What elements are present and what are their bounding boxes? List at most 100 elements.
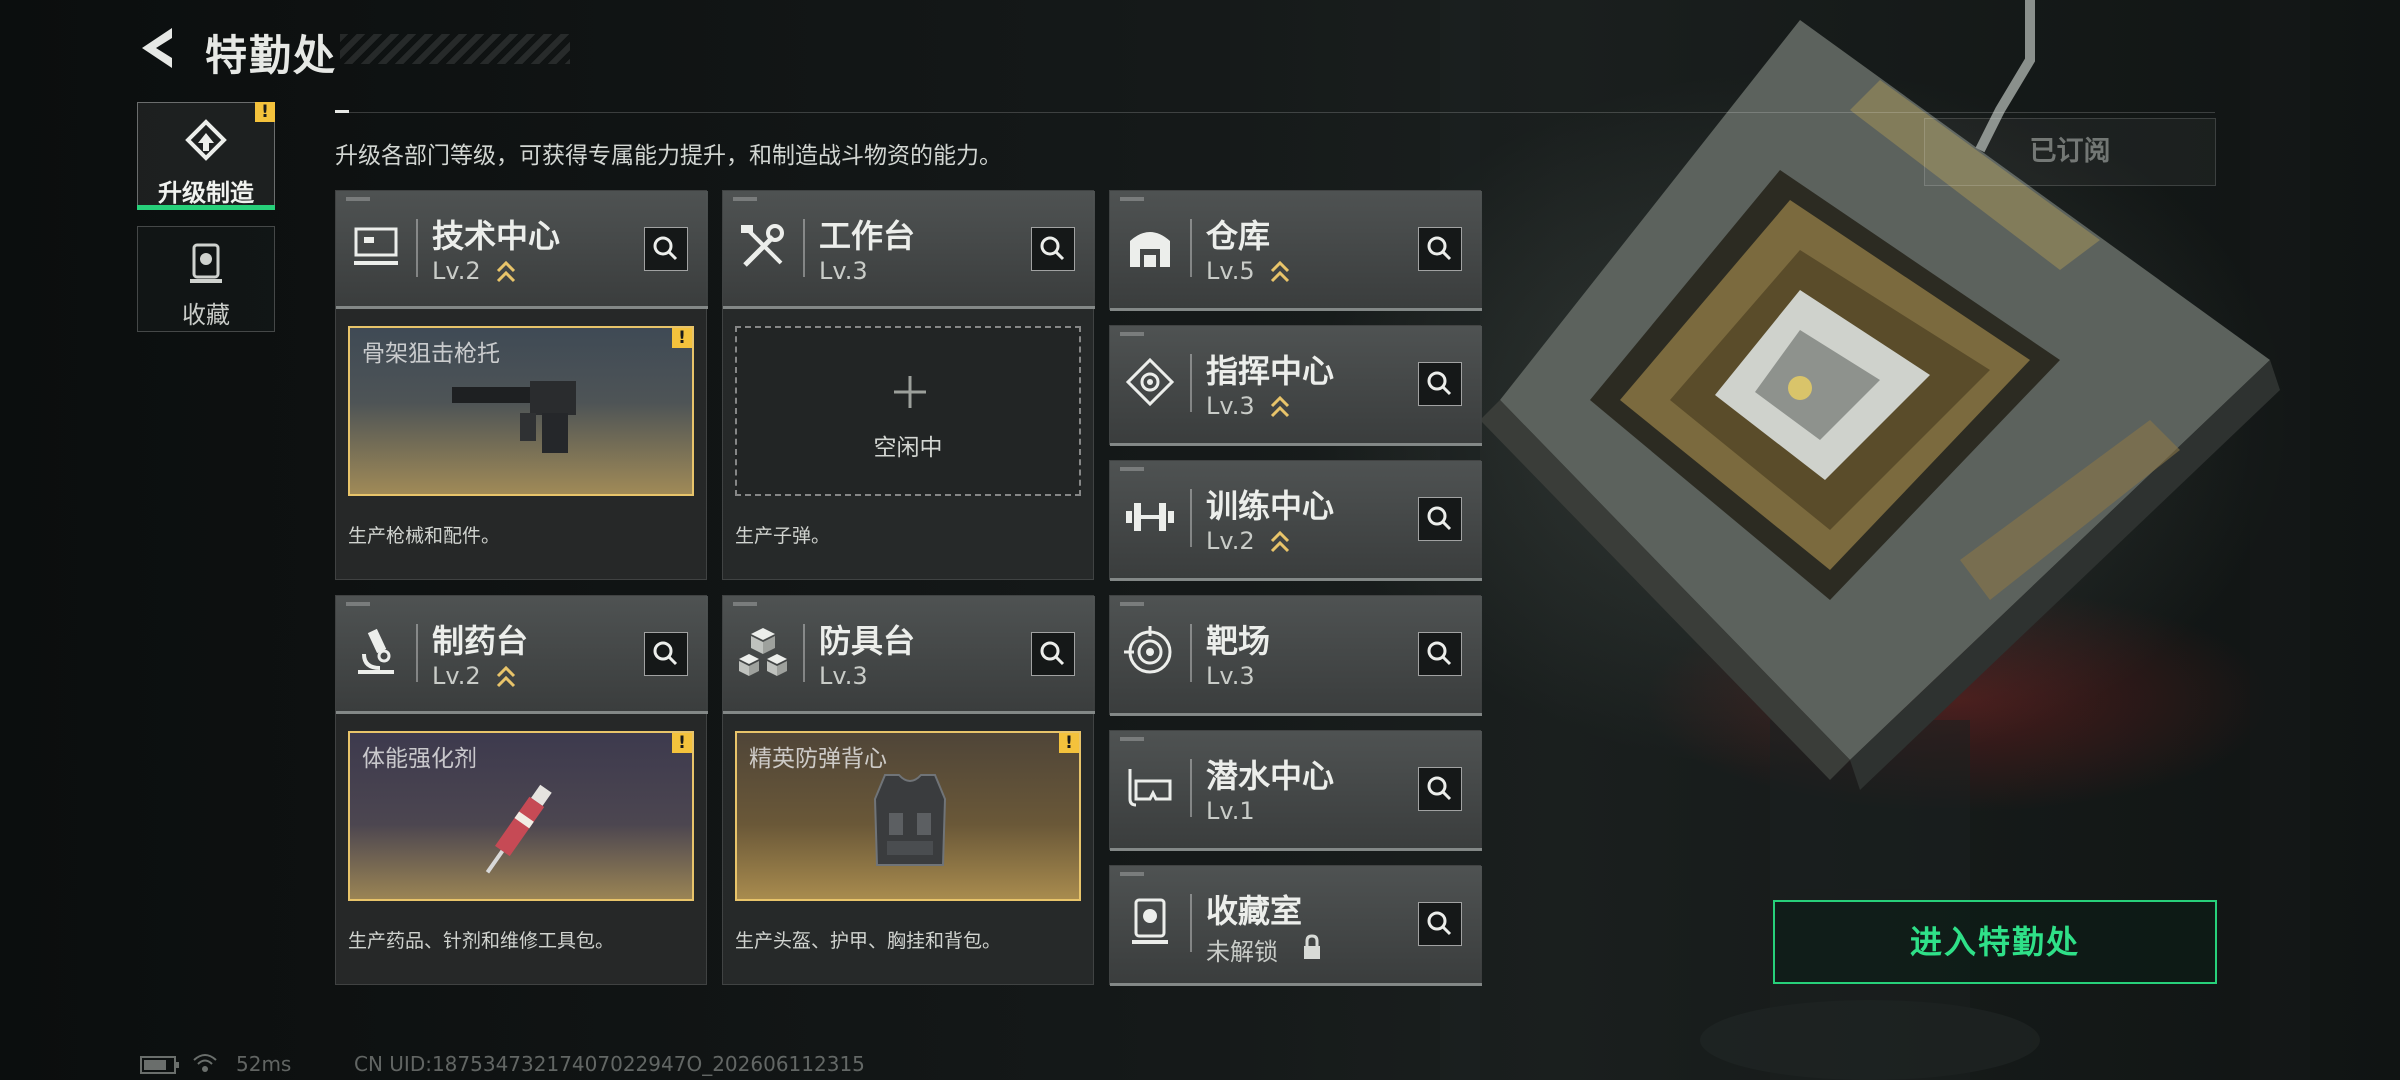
header-divider (416, 219, 418, 277)
search-icon[interactable] (1031, 227, 1075, 271)
facility-level: Lv.3 (1206, 662, 1255, 690)
corner-tag (733, 602, 757, 606)
upgrade-arrow-icon (496, 665, 516, 688)
search-icon[interactable] (1418, 632, 1462, 676)
command-icon (1125, 357, 1175, 407)
facility-card-diving-center: 潜水中心 Lv.1 (1109, 730, 1482, 851)
facility-card-command-center: 指挥中心 Lv.3 (1109, 325, 1482, 446)
facility-level: Lv.2 (1206, 527, 1255, 555)
header-divider (1190, 894, 1192, 952)
battery-icon (140, 1056, 179, 1074)
header-divider (803, 219, 805, 277)
wifi-icon (193, 1054, 217, 1072)
production-slot[interactable]: 体能强化剂 ! (348, 731, 694, 901)
target-icon (1124, 626, 1172, 674)
facility-note: 生产头盔、护甲、胸挂和背包。 (735, 930, 1002, 952)
corner-tag (733, 197, 757, 201)
facility-note: 生产枪械和配件。 (348, 525, 501, 547)
facility-note: 生产药品、针剂和维修工具包。 (348, 930, 615, 952)
search-icon[interactable] (1418, 767, 1462, 811)
facility-name: 靶场 (1206, 622, 1271, 660)
plus-icon (894, 376, 926, 408)
facility-header[interactable]: 潜水中心 Lv.1 (1110, 731, 1482, 851)
facility-header[interactable]: 工作台 Lv.3 (723, 191, 1095, 309)
idle-label: 空闲中 (873, 435, 943, 461)
header-divider (803, 624, 805, 682)
facility-header[interactable]: 制药台 Lv.2 (336, 596, 708, 714)
facility-level: Lv.1 (1206, 797, 1255, 825)
facility-card-shooting-range: 靶场 Lv.3 (1109, 595, 1482, 716)
corner-tag (1120, 872, 1144, 876)
corner-tag (1120, 197, 1144, 201)
facility-name: 制药台 (432, 622, 529, 660)
facility-card-pharmacy: 制药台 Lv.2 体能强化剂 ! 生产药品、针剂和维修工具包。 (335, 595, 708, 985)
facility-header[interactable]: 技术中心 Lv.2 (336, 191, 708, 309)
section-description: 升级各部门等级，可获得专属能力提升，和制造战斗物资的能力。 (335, 143, 1002, 169)
facility-card-collection-room: 收藏室 未解锁 (1109, 865, 1482, 986)
tab-upgrade-craft-label: 升级制造 (158, 179, 254, 207)
alert-badge: ! (672, 328, 692, 348)
facility-level: Lv.5 (1206, 257, 1255, 285)
slot-item-name: 骨架狙击枪托 (362, 341, 500, 367)
slot-item-name: 精英防弹背心 (749, 746, 887, 772)
computer-icon (354, 227, 398, 265)
back-arrow-icon[interactable] (136, 24, 184, 72)
empty-production-slot[interactable]: 空闲中 (735, 326, 1081, 496)
corner-tag (1120, 737, 1144, 741)
page-title: 特勤处 (205, 31, 338, 80)
header-divider (1190, 219, 1192, 277)
corner-tag (346, 197, 370, 201)
search-icon[interactable] (644, 227, 688, 271)
header-divider (1190, 759, 1192, 817)
production-slot[interactable]: 骨架狙击枪托 ! (348, 326, 694, 496)
facility-card-training-center: 训练中心 Lv.2 (1109, 460, 1482, 581)
upgrade-arrow-icon (1270, 530, 1290, 553)
search-icon[interactable] (1031, 632, 1075, 676)
alert-badge: ! (255, 102, 275, 122)
rifle-stock-item-icon (452, 381, 576, 453)
facility-header[interactable]: 防具台 Lv.3 (723, 596, 1095, 714)
corner-tag (1120, 332, 1144, 336)
facility-card-warehouse: 仓库 Lv.5 (1109, 190, 1482, 311)
upgrade-arrow-icon (496, 260, 516, 283)
search-icon[interactable] (644, 632, 688, 676)
facility-header[interactable]: 指挥中心 Lv.3 (1110, 326, 1482, 446)
facility-name: 潜水中心 (1206, 757, 1335, 795)
facility-header[interactable]: 收藏室 未解锁 (1110, 866, 1482, 986)
facility-card-armor-bench: 防具台 Lv.3 精英防弹背心 ! 生产头盔、护甲、胸挂和背包。 (722, 595, 1095, 985)
corner-tag (1120, 602, 1144, 606)
header-divider (416, 624, 418, 682)
search-icon[interactable] (1418, 227, 1462, 271)
facility-name: 指挥中心 (1206, 352, 1335, 390)
divider-accent (335, 110, 349, 113)
active-tab-indicator (137, 205, 275, 210)
facility-note: 生产子弹。 (735, 525, 831, 547)
vest-item-icon (873, 774, 947, 866)
search-icon[interactable] (1418, 362, 1462, 406)
facility-name: 训练中心 (1206, 487, 1335, 525)
divider-line (335, 112, 2215, 113)
facility-name: 收藏室 (1206, 892, 1303, 930)
facility-name: 仓库 (1206, 217, 1271, 255)
tab-collection[interactable]: 收藏 (137, 226, 275, 332)
facility-level: Lv.3 (819, 257, 868, 285)
facility-card-workbench: 工作台 Lv.3 空闲中 生产子弹。 (722, 190, 1095, 580)
search-icon[interactable] (1418, 902, 1462, 946)
collection-icon (190, 243, 222, 283)
header-divider (1190, 354, 1192, 412)
alert-badge: ! (672, 733, 692, 753)
collection-icon (1132, 898, 1168, 944)
subscribed-button[interactable]: 已订阅 (1924, 118, 2216, 186)
facility-level: Lv.2 (432, 662, 481, 690)
facility-header[interactable]: 靶场 Lv.3 (1110, 596, 1482, 716)
title-decoration (340, 34, 570, 64)
ping-text: 52ms (236, 1052, 292, 1076)
facility-header[interactable]: 仓库 Lv.5 (1110, 191, 1482, 311)
facility-header[interactable]: 训练中心 Lv.2 (1110, 461, 1482, 581)
production-slot[interactable]: 精英防弹背心 ! (735, 731, 1081, 901)
enter-special-ops-button[interactable]: 进入特勤处 (1773, 900, 2217, 984)
search-icon[interactable] (1418, 497, 1462, 541)
dumbbell-icon (1126, 503, 1174, 531)
tab-upgrade-craft[interactable]: 升级制造 ! (137, 102, 275, 208)
facility-name: 防具台 (819, 622, 916, 660)
